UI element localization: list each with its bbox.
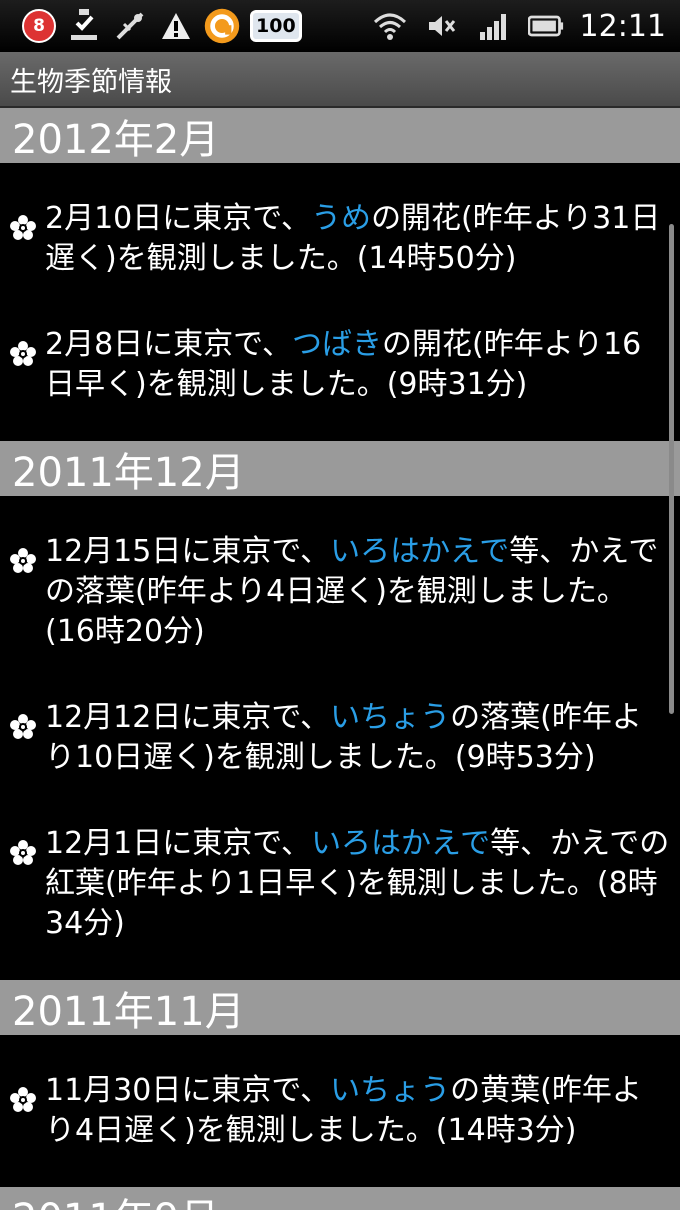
observation-item[interactable]: 12月1日に東京で、いろはかえで等、かえでの紅葉(昨年より1日早く)を観測しまし… [0,812,680,956]
warning-icon [158,8,194,44]
observation-item[interactable]: 12月15日に東京で、いろはかえで等、かえでの落葉(昨年より4日遅く)を観測しま… [0,520,680,664]
species-link[interactable]: いちょう [330,1073,450,1108]
month-header: 2011年9月 [0,1187,680,1210]
observation-item[interactable]: 2月8日に東京で、つばきの開花(昨年より16日早く)を観測しました。(9時31分… [0,313,680,417]
battery-icon [527,8,564,44]
wifi-icon [372,8,408,44]
month-header: 2011年12月 [0,441,680,496]
flower-icon [10,840,36,865]
clock: 12:11 [579,8,666,44]
flower-icon [10,1087,36,1112]
app-title-bar: 生物季節情報 [0,52,680,108]
species-link[interactable]: いちょう [330,700,450,735]
battery-percent: 100 [250,10,302,42]
observation-text: 11月30日に東京で、 [45,1073,331,1108]
observation-text: 12月12日に東京で、 [45,700,331,735]
observation-text: 12月1日に東京で、 [45,826,312,861]
section-entries: 2月10日に東京で、うめの開花(昨年より31日遅く)を観測しました。(14時50… [0,163,680,441]
observation-text: 2月10日に東京で、 [45,201,312,236]
flower-icon [10,548,36,573]
scrollbar[interactable] [669,224,674,714]
flower-icon [10,215,36,240]
observation-item[interactable]: 11月30日に東京で、いちょうの黄葉(昨年より4日遅く)を観測しました。(14時… [0,1059,680,1163]
observation-item[interactable]: 12月12日に東京で、いちょうの落葉(昨年より10日遅く)を観測しました。(9時… [0,686,680,790]
section-entries: 12月15日に東京で、いろはかえで等、かえでの落葉(昨年より4日遅く)を観測しま… [0,496,680,980]
section-entries: 11月30日に東京で、いちょうの黄葉(昨年より4日遅く)を観測しました。(14時… [0,1035,680,1187]
status-bar[interactable]: 8 100 12:11 [0,0,680,52]
notification-badge: 8 [22,9,56,43]
flower-icon [10,341,36,366]
species-link[interactable]: つばき [292,327,382,362]
observation-text: 12月15日に東京で、 [45,534,331,569]
species-link[interactable]: いろはかえで [311,826,490,861]
observation-list[interactable]: 2012年2月 2月10日に東京で、うめの開花(昨年より31日遅く)を観測しまし… [0,108,680,1210]
month-header: 2012年2月 [0,108,680,163]
month-header: 2011年11月 [0,980,680,1035]
species-link[interactable]: うめ [311,201,371,236]
download-done-icon [66,8,102,44]
usb-debug-icon [112,8,148,44]
observation-item[interactable]: 2月10日に東京で、うめの開花(昨年より31日遅く)を観測しました。(14時50… [0,187,680,291]
app-notification-icon [204,8,240,44]
app-title: 生物季節情報 [10,66,172,98]
observation-text: 2月8日に東京で、 [45,327,292,362]
species-link[interactable]: いろはかえで [330,534,509,569]
flower-icon [10,714,36,739]
mute-icon [424,8,460,44]
signal-icon [476,8,512,44]
